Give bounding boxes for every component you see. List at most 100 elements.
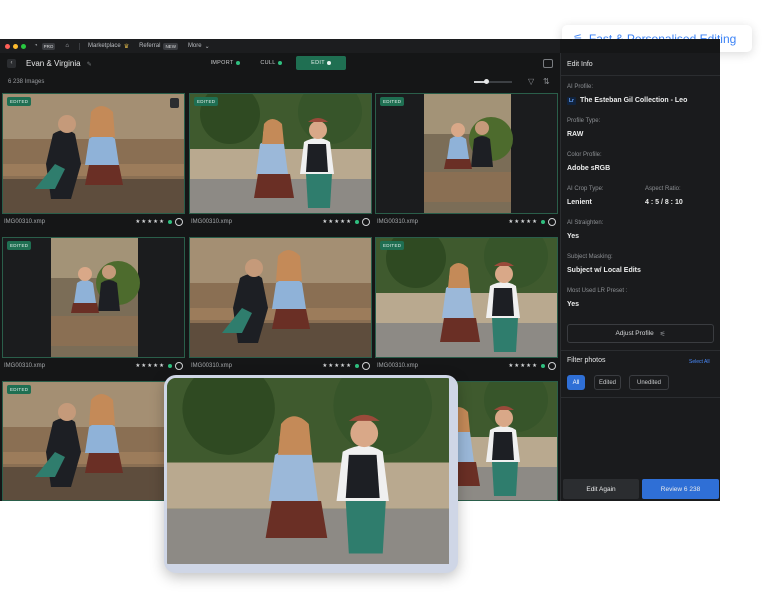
marketplace-link[interactable]: Marketplace ♛ (79, 42, 130, 50)
tab-edit[interactable]: EDIT (296, 56, 346, 70)
subject-masking-label: Subject Masking: (567, 254, 613, 260)
stars[interactable]: ★★★★★ (322, 219, 352, 225)
collapse-project-button[interactable]: ‹ (7, 59, 16, 68)
tab-import[interactable]: IMPORT (204, 56, 246, 70)
thumbnail-size-slider[interactable] (474, 79, 512, 84)
select-circle[interactable] (362, 362, 370, 370)
photo-meta: IMG00310.xmp ★★★★★ (2, 214, 185, 230)
filter-icon[interactable]: ▽ (528, 77, 534, 86)
star-rating[interactable]: ★★★★★ (135, 218, 183, 226)
photo-thumbnail[interactable]: EDITED (2, 93, 185, 214)
panel-toggle-icon[interactable] (543, 59, 553, 68)
photo-meta: IMG00310.xmp ★★★★★ (189, 214, 372, 230)
photo-thumbnail[interactable]: EDITED (375, 237, 558, 358)
select-all-link[interactable]: Select All (689, 359, 710, 365)
photo-filename: IMG00310.xmp (191, 219, 233, 225)
edit-again-button[interactable]: Edit Again (563, 479, 639, 499)
photo-card[interactable]: IMG00310.xmp ★★★★★ (189, 237, 372, 374)
workflow-tabs: IMPORT CULL EDIT (204, 56, 346, 70)
photo-filename: IMG00310.xmp (4, 219, 46, 225)
lr-preset-label: Most Used LR Preset : (567, 288, 628, 294)
photo-image (3, 238, 185, 358)
more-menu[interactable]: More ⌄ (188, 43, 210, 50)
photo-thumbnail[interactable]: EDITED (375, 93, 558, 214)
filter-chip-all[interactable]: All (567, 375, 585, 390)
photo-image (376, 238, 558, 358)
stars[interactable]: ★★★★★ (508, 219, 538, 225)
photo-card[interactable]: EDITED IMG00310.xmp ★★★★★ (2, 93, 185, 230)
photo-thumbnail[interactable]: EDITED (2, 381, 185, 501)
subject-masking-value: Subject w/ Local Edits (567, 267, 641, 274)
status-dot (541, 364, 545, 368)
status-dot (168, 220, 172, 224)
stars[interactable]: ★★★★★ (135, 363, 165, 369)
panel-title: Edit Info (567, 61, 593, 68)
photo-meta: IMG00310.xmp ★★★★★ (375, 358, 558, 374)
filter-chip-unedited[interactable]: Unedited (629, 375, 669, 390)
edited-badge: EDITED (194, 97, 219, 106)
star-rating[interactable]: ★★★★★ (322, 218, 370, 226)
stars[interactable]: ★★★★★ (322, 363, 352, 369)
check-icon (326, 61, 331, 65)
photo-thumbnail[interactable]: EDITED (2, 237, 185, 358)
edited-badge: EDITED (7, 241, 32, 250)
check-icon (235, 61, 240, 65)
photo-card[interactable]: EDITED (2, 381, 185, 501)
divider (561, 350, 720, 351)
home-icon[interactable]: ⌂ (65, 43, 69, 49)
straighten-label: AI Straighten: (567, 220, 604, 226)
tab-cull[interactable]: CULL (250, 56, 292, 70)
photo-card[interactable]: EDITED IMG00310.xmp ★★★★★ (189, 93, 372, 230)
filter-chip-edited[interactable]: Edited (594, 375, 621, 390)
trash-icon[interactable] (170, 98, 179, 108)
ai-profile-text: The Esteban Gil Collection - Leo (580, 97, 688, 104)
photo-filename: IMG00310.xmp (4, 363, 46, 369)
photo-card[interactable]: EDITED IMG00310.xmp ★★★★★ (2, 237, 185, 374)
minimize-window-button[interactable] (13, 43, 18, 49)
stars[interactable]: ★★★★★ (135, 219, 165, 225)
photo-meta: IMG00310.xmp ★★★★★ (189, 358, 372, 374)
select-circle[interactable] (548, 362, 556, 370)
review-button[interactable]: Review 6 238 (642, 479, 719, 499)
edited-badge: EDITED (7, 385, 32, 394)
tab-edit-label: EDIT (311, 60, 325, 66)
photo-card[interactable]: EDITED IMG00310.xmp ★★★★★ (375, 93, 558, 230)
select-circle[interactable] (175, 218, 183, 226)
photo-filename: IMG00310.xmp (191, 363, 233, 369)
maximize-window-button[interactable] (21, 43, 26, 49)
photo-image (3, 94, 185, 214)
photo-card[interactable]: EDITED IMG00310.xmp ★★★★★ (375, 237, 558, 374)
crown-icon: ♛ (123, 43, 130, 50)
star-rating[interactable]: ★★★★★ (322, 362, 370, 370)
close-window-button[interactable] (5, 43, 10, 49)
photo-filename: IMG00310.xmp (377, 219, 419, 225)
select-circle[interactable] (548, 218, 556, 226)
edited-badge: EDITED (380, 241, 405, 250)
referral-link[interactable]: Referral NEW (139, 42, 178, 50)
ai-profile-value: Lr The Esteban Gil Collection - Leo (567, 97, 687, 105)
status-dot (355, 364, 359, 368)
color-profile-label: Color Profile: (567, 152, 602, 158)
select-circle[interactable] (362, 218, 370, 226)
select-circle[interactable] (175, 362, 183, 370)
adjust-profile-button[interactable]: Adjust Profile ⚟ (567, 324, 714, 343)
photo-meta: IMG00310.xmp ★★★★★ (375, 214, 558, 230)
marketplace-label: Marketplace (88, 43, 121, 49)
photo-filename: IMG00310.xmp (377, 363, 419, 369)
crop-type-value: Lenient (567, 199, 592, 206)
star-rating[interactable]: ★★★★★ (508, 218, 556, 226)
status-dot (355, 220, 359, 224)
stars[interactable]: ★★★★★ (508, 363, 538, 369)
photo-thumbnail[interactable] (189, 237, 372, 358)
edit-pencil-icon[interactable]: ✎ (87, 62, 92, 68)
app-logo-icon: ◔ (34, 43, 38, 49)
sort-icon[interactable]: ⇅ (543, 77, 550, 86)
zoomed-photo-image (167, 378, 449, 564)
edit-info-panel: Edit Info AI Profile: Lr The Esteban Gil … (560, 53, 720, 501)
project-title-text: Evan & Virginia (26, 59, 81, 68)
star-rating[interactable]: ★★★★★ (508, 362, 556, 370)
star-rating[interactable]: ★★★★★ (135, 362, 183, 370)
photo-thumbnail[interactable]: EDITED (189, 93, 372, 214)
slider-thumb[interactable] (484, 79, 489, 84)
photo-meta: IMG00310.xmp ★★★★★ (2, 358, 185, 374)
